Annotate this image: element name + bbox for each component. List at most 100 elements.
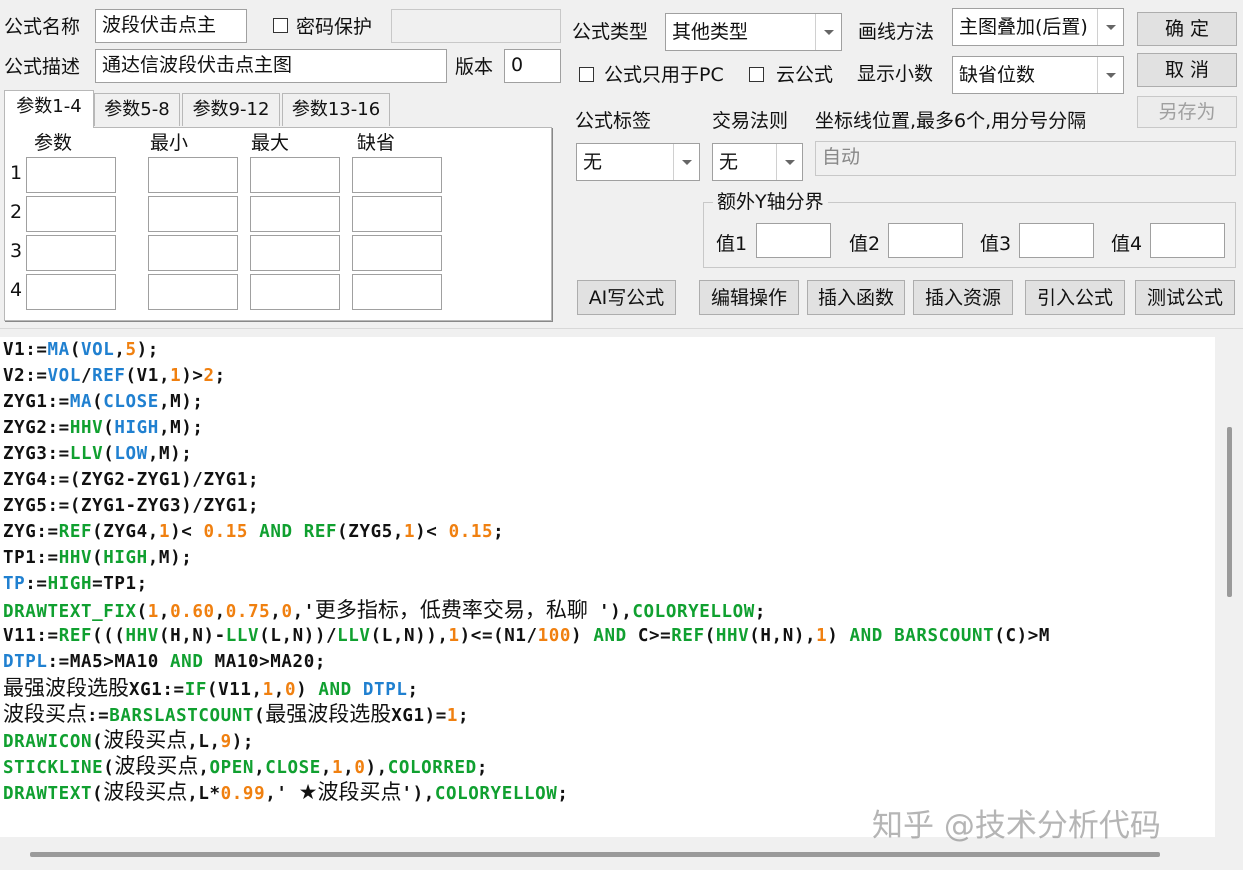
insert-function-button[interactable]: 插入函数 [807, 280, 905, 315]
code-token: ( [92, 784, 104, 804]
code-token: XG1:= [129, 680, 185, 700]
param-row-number: 1 [10, 162, 23, 184]
y-value-2-input[interactable] [888, 223, 963, 258]
import-formula-button[interactable]: 引入公式 [1025, 280, 1125, 315]
code-token: ); [136, 340, 159, 360]
decimal-select[interactable]: 缺省位数 [952, 56, 1124, 94]
y-value-1-input[interactable] [756, 223, 831, 258]
code-token: (H,N)- [158, 626, 226, 646]
insert-resource-button[interactable]: 插入资源 [913, 280, 1013, 315]
draw-method-label: 画线方法 [858, 21, 935, 43]
separator [0, 328, 1243, 329]
tab-params-5-8[interactable]: 参数5-8 [94, 93, 180, 126]
code-token: , [320, 758, 333, 778]
horizontal-scroll-thumb[interactable] [30, 852, 1160, 857]
code-token: MA10>MA20; [203, 652, 326, 672]
code-token: (C)>M [994, 626, 1051, 646]
ai-write-formula-button[interactable]: AI写公式 [577, 280, 676, 315]
code-token: VOL [80, 340, 115, 360]
draw-method-select[interactable]: 主图叠加(后置) [952, 8, 1124, 46]
param-name-input[interactable] [26, 157, 116, 193]
param-name-input[interactable] [26, 196, 116, 232]
code-line: TP:=HIGH=TP1; [3, 571, 148, 597]
code-token: COLORYELLOW [632, 602, 755, 622]
code-token: 1 [262, 680, 274, 700]
cancel-button[interactable]: 取 消 [1137, 53, 1237, 87]
code-token: := [87, 706, 110, 726]
code-token: 最强波段选股 [265, 702, 392, 726]
trade-rule-select[interactable]: 无 [712, 143, 803, 181]
param-max-input[interactable] [250, 157, 340, 193]
save-as-button[interactable]: 另存为 [1137, 96, 1237, 128]
code-token: ; [493, 522, 505, 542]
code-token: HHV [69, 418, 104, 438]
code-token: ZYG4:=(ZYG2-ZYG1)/ZYG1; [3, 470, 260, 490]
code-token: ( [92, 548, 104, 568]
y-value-4-input[interactable] [1150, 223, 1225, 258]
param-max-input[interactable] [250, 196, 340, 232]
formula-name-label: 公式名称 [4, 16, 81, 38]
param-default-input[interactable] [352, 235, 442, 271]
code-token: (ZYG4, [92, 522, 159, 542]
param-default-input[interactable] [352, 196, 442, 232]
code-token: ,' [265, 784, 299, 804]
param-min-input[interactable] [148, 157, 238, 193]
edit-operation-button[interactable]: 编辑操作 [699, 280, 799, 315]
ok-button[interactable]: 确 定 [1137, 12, 1237, 46]
code-token: ★波段买点 [298, 780, 402, 804]
param-min-input[interactable] [148, 235, 238, 271]
vertical-scrollbar[interactable] [1215, 337, 1243, 837]
param-min-input[interactable] [148, 196, 238, 232]
tab-params-1-4[interactable]: 参数1-4 [4, 90, 94, 128]
code-token: , [273, 680, 285, 700]
cloud-formula-checkbox[interactable] [749, 67, 764, 82]
tab-params-9-12[interactable]: 参数9-12 [182, 93, 280, 126]
code-token: 波段买点 [103, 728, 188, 752]
param-min-input[interactable] [148, 274, 238, 310]
code-token: HHV [125, 626, 159, 646]
code-token: AND [259, 522, 293, 542]
y-value-3-input[interactable] [1019, 223, 1094, 258]
coord-line-label: 坐标线位置,最多6个,用分号分隔 [815, 110, 1087, 132]
code-token: 1 [816, 626, 828, 646]
code-token: TP [3, 574, 26, 594]
code-line: DRAWTEXT(波段买点,L*0.99,' ★波段买点'),COLORYELL… [3, 779, 569, 807]
formula-name-input[interactable]: 波段伏击点主 [95, 9, 247, 43]
code-line: DRAWTEXT_FIX(1,0.60,0.75,0,'更多指标，低费率交易，私… [3, 597, 766, 625]
code-editor[interactable]: V1:=MA(VOL,5); V2:=VOL/REF(V1,1)>2; ZYG1:=… [0, 337, 1215, 837]
param-max-input[interactable] [250, 274, 340, 310]
version-input[interactable]: 0 [504, 49, 561, 83]
formula-tag-select[interactable]: 无 [576, 143, 700, 181]
code-token: DRAWTEXT [3, 784, 93, 804]
formula-desc-label: 公式描述 [4, 56, 81, 78]
code-token: REF [303, 522, 338, 542]
param-name-input[interactable] [26, 274, 116, 310]
param-default-input[interactable] [352, 157, 442, 193]
test-formula-button[interactable]: 测试公式 [1135, 280, 1235, 315]
coord-line-input[interactable]: 自动 [815, 141, 1236, 176]
code-token: ) [296, 680, 319, 700]
pc-only-checkbox[interactable] [579, 67, 594, 82]
code-token: 1 [158, 522, 171, 542]
chevron-down-icon [673, 144, 699, 180]
param-col-max: 最大 [251, 132, 290, 154]
code-token: ZYG1:= [3, 392, 70, 412]
code-token: 最强波段选股 [3, 676, 129, 700]
vertical-scroll-thumb[interactable] [1227, 427, 1232, 597]
password-input [391, 9, 561, 43]
param-name-input[interactable] [26, 235, 116, 271]
formula-desc-input[interactable]: 通达信波段伏击点主图 [95, 49, 447, 83]
formula-type-select[interactable]: 其他类型 [665, 13, 842, 51]
code-token: :=MA5>MA10 [47, 652, 171, 672]
param-max-input[interactable] [250, 235, 340, 271]
code-line: ZYG:=REF(ZYG4,1)< 0.15 AND REF(ZYG5,1)< … [3, 519, 504, 545]
code-token: 1 [446, 706, 459, 726]
code-line: TP1:=HHV(HIGH,M); [3, 545, 192, 571]
code-token: HHV [715, 626, 750, 646]
tab-params-13-16[interactable]: 参数13-16 [282, 93, 390, 126]
param-default-input[interactable] [352, 274, 442, 310]
code-token: LOW [114, 444, 148, 464]
password-checkbox[interactable] [273, 18, 288, 33]
chevron-down-icon [815, 14, 841, 50]
